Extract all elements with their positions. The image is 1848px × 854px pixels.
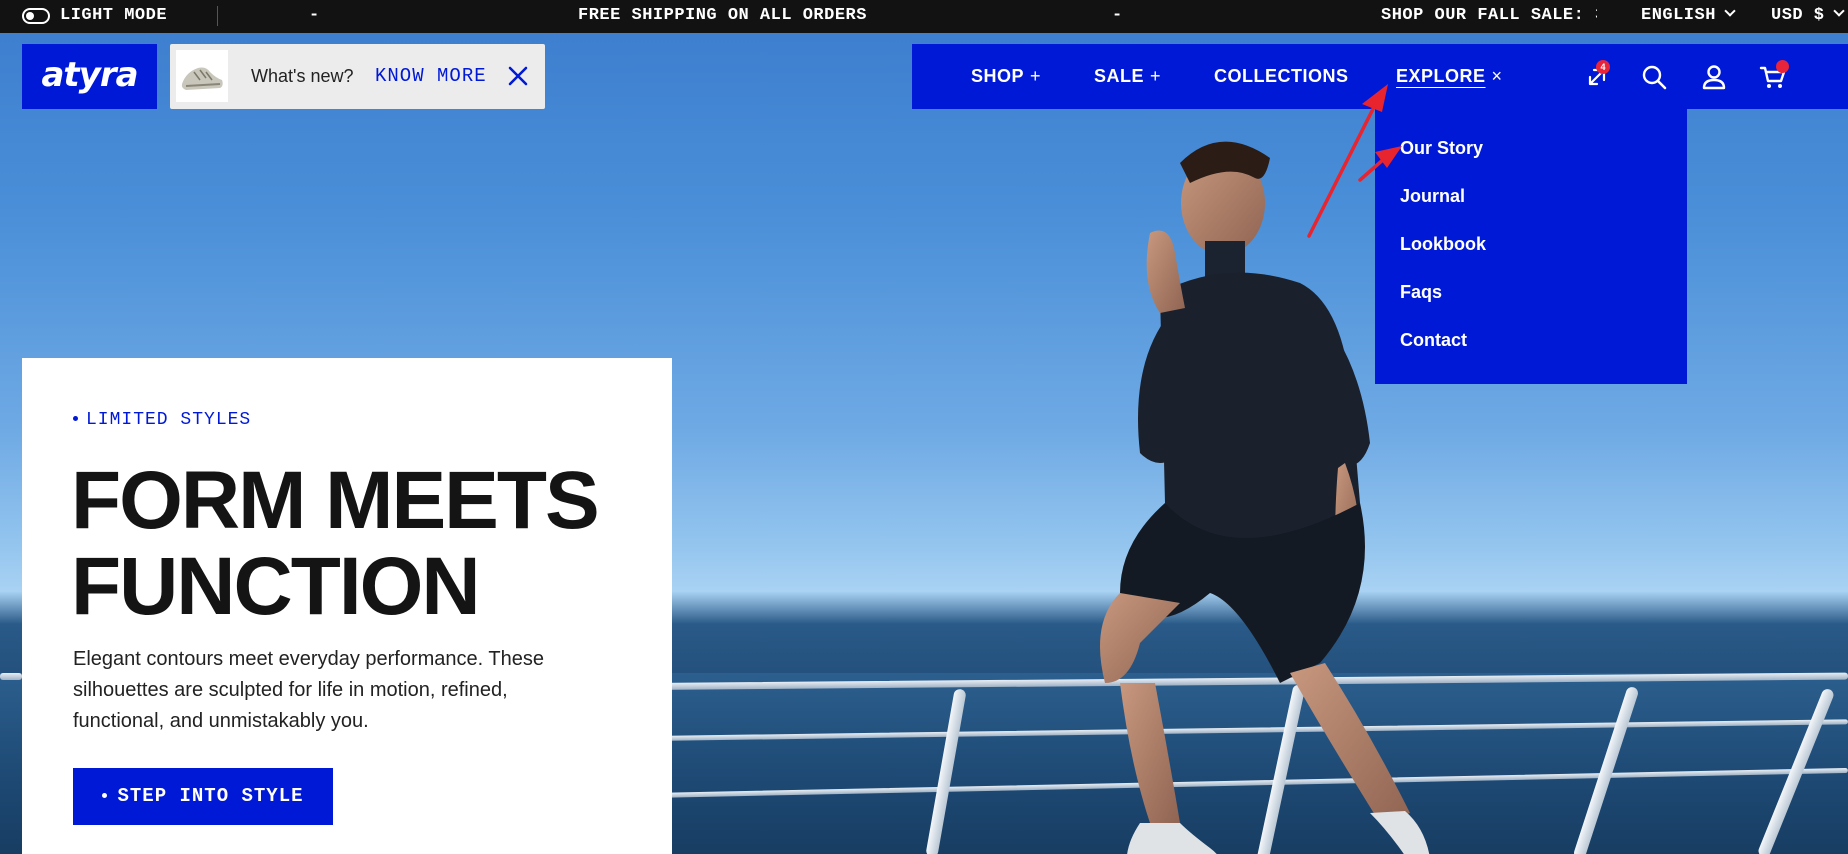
menu-item-contact[interactable]: Contact [1400, 328, 1467, 352]
hero-card: LIMITED STYLES FORM MEETS FUNCTION Elega… [22, 358, 672, 854]
bullet-icon [73, 416, 78, 421]
ticker-separator: - [1112, 6, 1123, 25]
step-into-style-button[interactable]: STEP INTO STYLE [73, 768, 333, 825]
cart-indicator-dot [1776, 60, 1789, 73]
search-icon[interactable] [1639, 62, 1669, 92]
currency-label: USD $ [1771, 6, 1825, 25]
theme-toggle-label[interactable]: LIGHT MODE [60, 0, 167, 33]
whats-new-banner: What's new? KNOW MORE [170, 44, 545, 109]
nav-item-explore[interactable]: EXPLORE × [1396, 44, 1503, 109]
headline-line: FORM MEETS [71, 455, 600, 546]
language-label: ENGLISH [1641, 6, 1716, 25]
ticker-separator: - [309, 6, 320, 25]
nav-item-sale[interactable]: SALE + [1094, 44, 1161, 109]
theme-toggle[interactable] [22, 8, 50, 24]
account-icon[interactable] [1699, 62, 1729, 92]
hero-headline: FORM MEETS FUNCTION [71, 458, 651, 630]
topbar-divider [217, 6, 218, 26]
announcement-bar: LIGHT MODE - FREE SHIPPING ON ALL ORDERS… [0, 0, 1848, 33]
shoe-image [181, 67, 223, 90]
compare-count-badge: 4 [1596, 60, 1610, 74]
bullet-icon [102, 793, 108, 798]
menu-item-journal[interactable]: Journal [1400, 184, 1465, 208]
sale-ticker[interactable]: SHOP OUR FALL SALE: 3 [1381, 0, 1597, 33]
plus-icon: + [1030, 66, 1042, 86]
menu-item-our-story[interactable]: Our Story [1400, 136, 1483, 160]
close-icon[interactable] [506, 64, 530, 88]
chevron-down-icon [1832, 5, 1845, 17]
headline-line: FUNCTION [71, 541, 481, 632]
main-navigation: SHOP + SALE + COLLECTIONS EXPLORE × 4 [912, 44, 1848, 109]
nav-item-shop[interactable]: SHOP + [971, 44, 1041, 109]
menu-item-lookbook[interactable]: Lookbook [1400, 232, 1486, 256]
currency-selector[interactable]: USD $ [1771, 0, 1845, 33]
eyebrow-label: LIMITED STYLES [73, 410, 251, 430]
chevron-down-icon [1724, 5, 1736, 17]
know-more-link[interactable]: KNOW MORE [375, 44, 487, 109]
nav-item-collections[interactable]: COLLECTIONS [1214, 44, 1349, 109]
shoe-thumbnail[interactable] [176, 50, 228, 102]
plus-icon: + [1150, 66, 1162, 86]
railing-bar [0, 673, 22, 680]
brand-logo[interactable]: atyra [22, 44, 157, 109]
promo-text: What's new? [251, 66, 354, 86]
hero-description: Elegant contours meet everyday performan… [73, 648, 544, 732]
explore-dropdown: Our Story Journal Lookbook Faqs Contact [1375, 109, 1687, 384]
shipping-message: FREE SHIPPING ON ALL ORDERS [578, 6, 867, 25]
menu-item-faqs[interactable]: Faqs [1400, 280, 1442, 304]
close-icon: × [1491, 66, 1503, 86]
language-selector[interactable]: ENGLISH [1641, 0, 1736, 33]
